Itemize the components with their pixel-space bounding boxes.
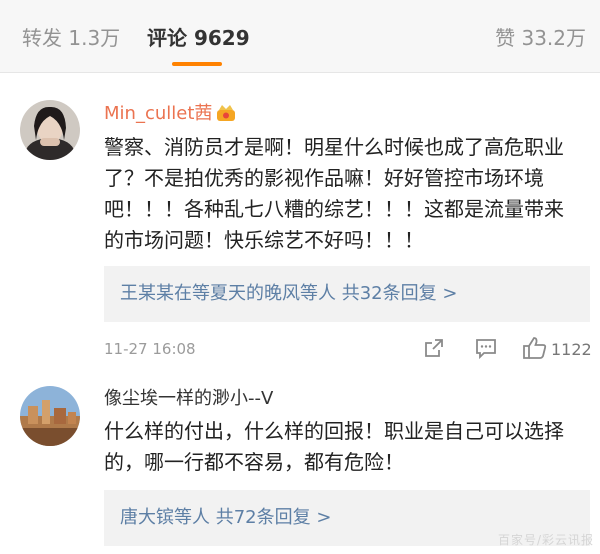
comment-text: 警察、消防员才是啊！明星什么时候也成了高危职业了？不是拍优秀的影视作品嘛！好好管…	[104, 135, 564, 252]
reply-summary-link[interactable]: 王某某在等夏天的晚风等人 共32条回复 >	[120, 281, 457, 307]
comment-username[interactable]: Min_cullet茜	[104, 102, 236, 129]
watermark: 百家号/彩云讯报	[497, 533, 594, 547]
tab-comments[interactable]: 评论 9629	[147, 24, 250, 52]
comment-tabs: 转发 1.3万 评论 9629 赞 33.2万	[0, 0, 600, 73]
tab-likes[interactable]: 赞 33.2万	[495, 24, 586, 52]
avatar[interactable]	[20, 386, 80, 446]
comment-timestamp: 11-27 16:08	[104, 340, 196, 358]
vip-crown-icon	[216, 104, 236, 129]
avatar-photo	[20, 386, 80, 446]
share-icon[interactable]	[422, 336, 446, 364]
like-count: 1122	[551, 340, 592, 359]
comment-meta: 11-27 16:08 1122	[104, 336, 592, 364]
reply-summary-box[interactable]: 王某某在等夏天的晚风等人 共32条回复 >	[104, 266, 590, 322]
username-text[interactable]: Min_cullet茜	[104, 103, 212, 124]
reply-summary-link[interactable]: 唐大镔等人 共72条回复 >	[120, 505, 331, 531]
avatar[interactable]	[20, 100, 80, 160]
comment-username[interactable]: 像尘埃一样的渺小--V	[104, 387, 273, 411]
active-tab-indicator	[172, 62, 222, 66]
like-icon[interactable]	[522, 336, 548, 364]
comment-text: 什么样的付出，什么样的回报！职业是自己可以选择的，哪一行都不容易，都有危险！	[104, 419, 564, 474]
avatar-photo	[20, 100, 80, 160]
tab-repost[interactable]: 转发 1.3万	[22, 24, 120, 52]
comment-icon[interactable]	[474, 336, 498, 364]
